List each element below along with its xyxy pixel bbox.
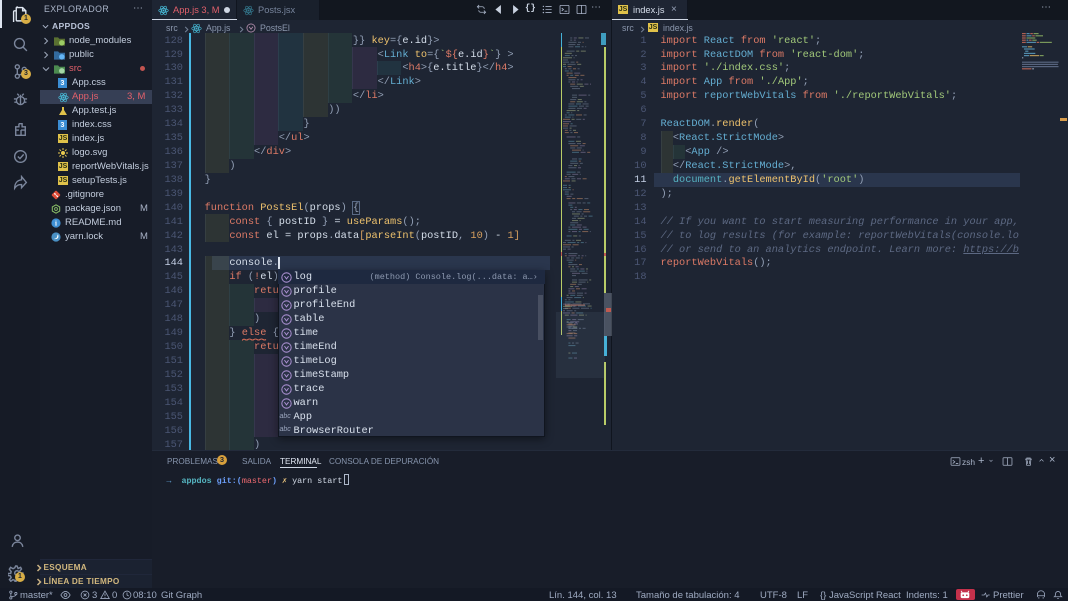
svg-text:i: i [55, 220, 57, 228]
